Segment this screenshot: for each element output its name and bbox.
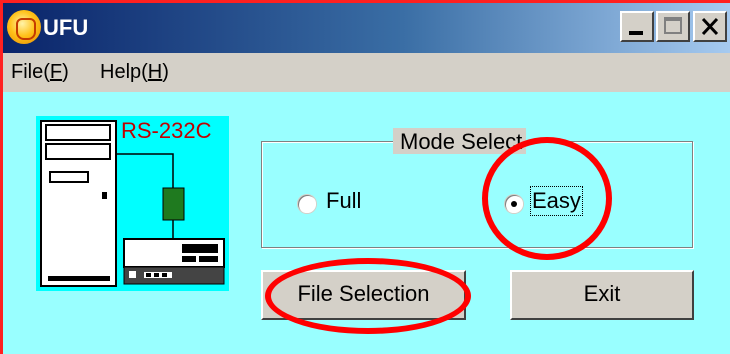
radio-full-label[interactable]: Full (326, 188, 361, 214)
annotation-circle-file-selection (265, 258, 471, 334)
menu-file[interactable]: File(F) (11, 61, 69, 84)
close-button[interactable] (693, 11, 727, 42)
menu-bar: File(F) Help(H) (3, 53, 730, 91)
maximize-button[interactable] (656, 11, 690, 42)
window-title: UFU (43, 15, 89, 40)
exit-button[interactable]: Exit (510, 270, 694, 320)
converter-box (162, 187, 185, 221)
minimize-button[interactable] (620, 11, 654, 42)
minimize-icon (629, 31, 643, 35)
connection-illustration: RS-232C (36, 116, 229, 291)
close-icon (701, 17, 719, 36)
maximize-icon (664, 17, 682, 34)
annotation-circle-easy (482, 137, 612, 260)
menu-help[interactable]: Help(H) (100, 61, 169, 84)
app-window: UFU File(F) Help(H) RS-232C Mode Select … (3, 3, 730, 354)
rs232c-label: RS-232C (121, 118, 212, 143)
app-icon (7, 10, 41, 44)
client-area: RS-232C Mode Select Full Easy File Selec… (3, 92, 730, 354)
title-bar[interactable]: UFU (3, 3, 730, 53)
window-frame: UFU File(F) Help(H) RS-232C Mode Select … (0, 0, 730, 354)
radio-full[interactable] (298, 195, 316, 213)
